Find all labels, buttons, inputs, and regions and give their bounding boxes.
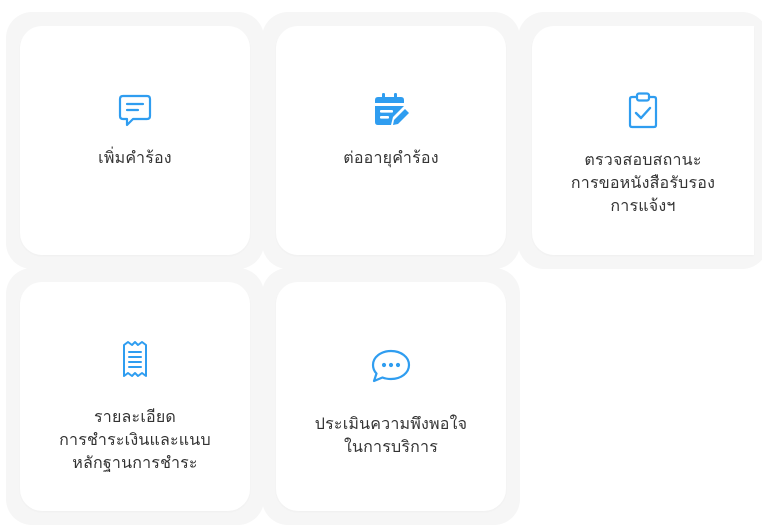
card-label-line: ประเมินความพึงพอใจ: [314, 414, 468, 433]
service-menu-grid: เพิ่มคำร้อง ต่ออายุคำร้อง ตรวจสอบสถานะ ก…: [0, 0, 762, 529]
clipboard-check-icon: [621, 88, 665, 132]
card-frame: รายละเอียด การชำระเงินและแนบ หลักฐานการช…: [6, 268, 264, 525]
card-frame: ประเมินความพึงพอใจ ในการบริการ: [262, 268, 520, 525]
renew-request-card[interactable]: ต่ออายุคำร้อง: [276, 26, 506, 255]
card-label-line: การชำระเงินและแนบ: [59, 430, 211, 449]
check-status-card[interactable]: ตรวจสอบสถานะ การขอหนังสือรับรอง การแจ้งฯ: [532, 26, 754, 255]
card-label-line: เพิ่มคำร้อง: [98, 148, 172, 167]
payment-details-card[interactable]: รายละเอียด การชำระเงินและแนบ หลักฐานการช…: [20, 282, 250, 511]
card-label: ตรวจสอบสถานะ การขอหนังสือรับรอง การแจ้งฯ: [571, 148, 715, 217]
card-frame: ต่ออายุคำร้อง: [262, 12, 520, 269]
card-label-line: การแจ้งฯ: [610, 196, 676, 215]
card-label-line: ในการบริการ: [343, 437, 438, 456]
receipt-icon: [113, 337, 157, 381]
card-frame: เพิ่มคำร้อง: [6, 12, 264, 269]
card-frame: ตรวจสอบสถานะ การขอหนังสือรับรอง การแจ้งฯ: [518, 12, 762, 269]
card-label: ต่ออายุคำร้อง: [343, 146, 438, 169]
card-label-line: ต่ออายุคำร้อง: [343, 148, 439, 167]
calendar-edit-icon: [369, 88, 413, 132]
card-label-line: การขอหนังสือรับรอง: [570, 173, 716, 192]
chat-message-icon: [113, 88, 157, 132]
satisfaction-survey-card[interactable]: ประเมินความพึงพอใจ ในการบริการ: [276, 282, 506, 511]
card-label: ประเมินความพึงพอใจ ในการบริการ: [315, 412, 467, 458]
card-label: รายละเอียด การชำระเงินและแนบ หลักฐานการช…: [59, 405, 211, 474]
card-label-line: รายละเอียด: [93, 407, 176, 426]
chat-bubble-dots-icon: [369, 344, 413, 388]
card-label-line: หลักฐานการชำระ: [72, 453, 198, 472]
card-label-line: ตรวจสอบสถานะ: [584, 150, 702, 169]
card-label: เพิ่มคำร้อง: [98, 146, 172, 169]
add-request-card[interactable]: เพิ่มคำร้อง: [20, 26, 250, 255]
